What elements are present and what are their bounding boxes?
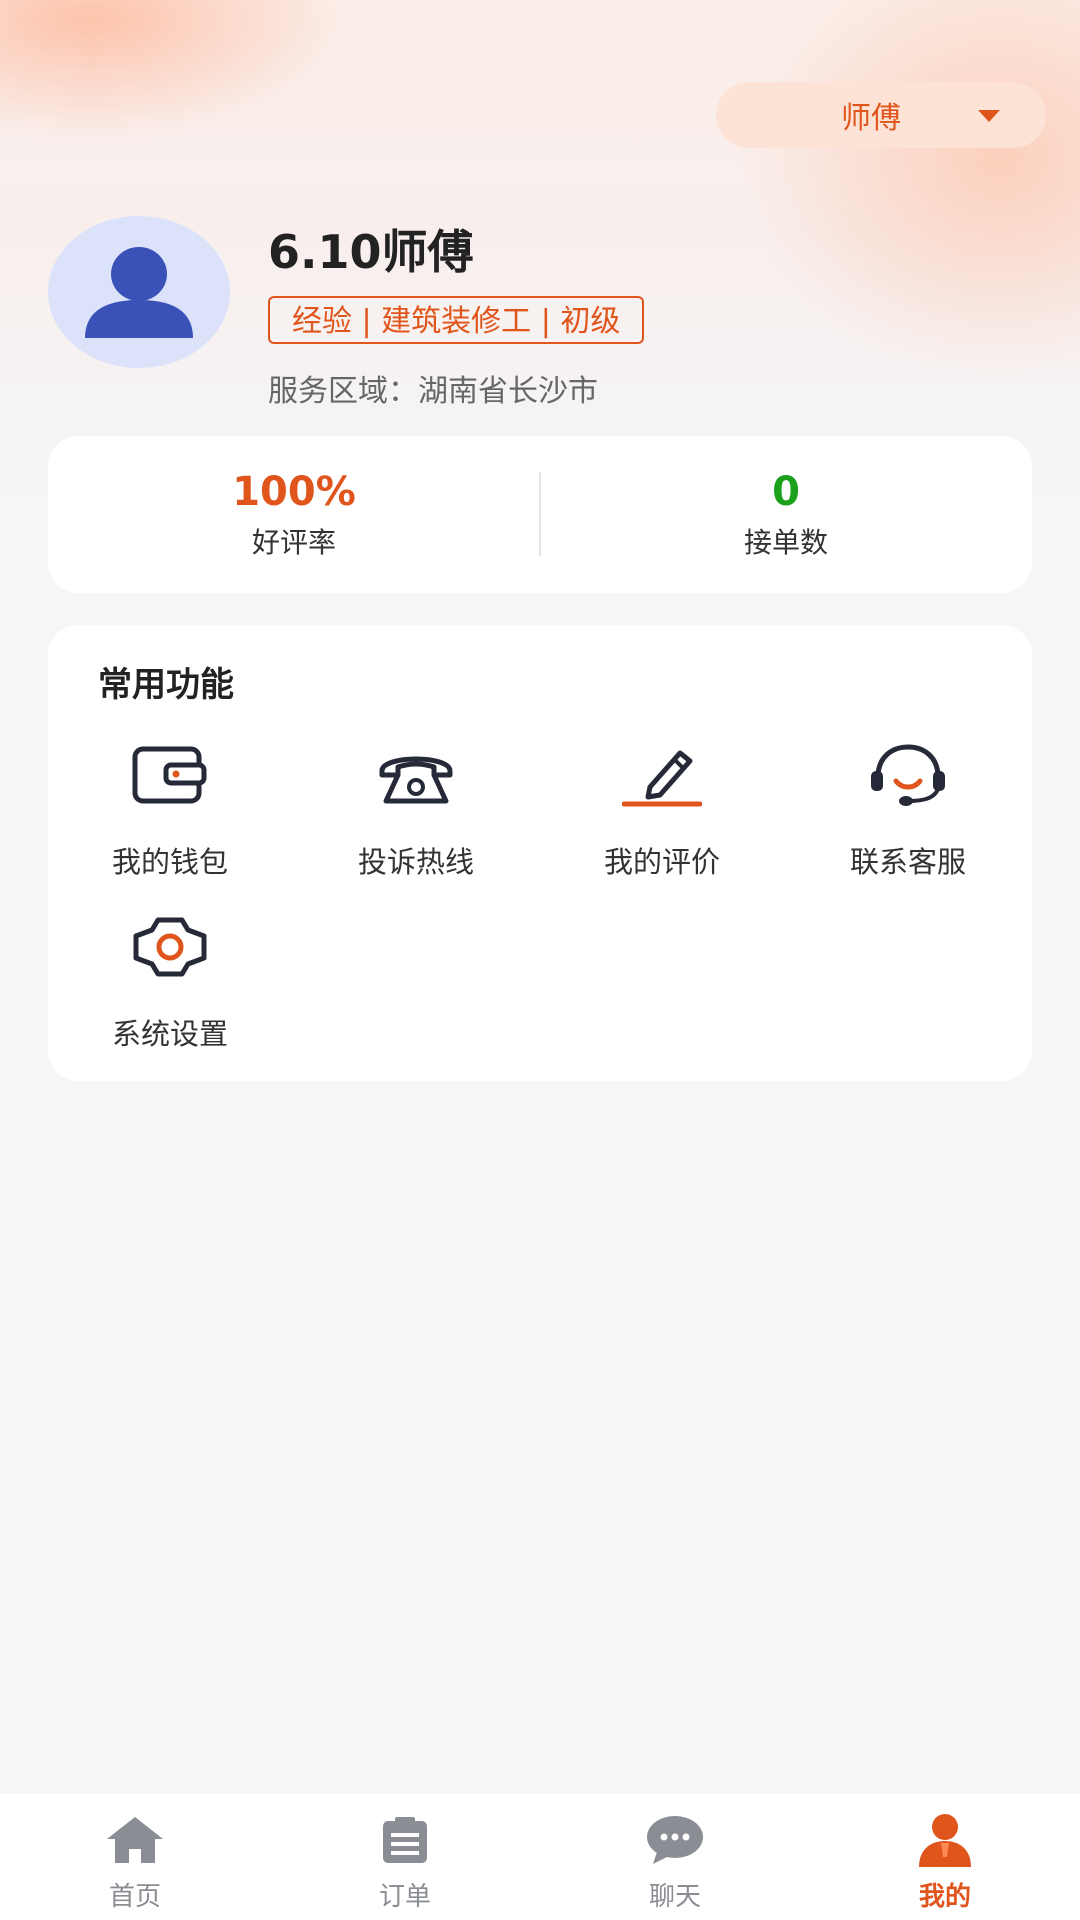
stat-rating-value: 100%: [232, 468, 356, 515]
complaint-hotline-button[interactable]: 投诉热线: [316, 735, 516, 881]
tab-orders-label: 订单: [378, 1882, 431, 1912]
avatar[interactable]: [48, 216, 230, 368]
system-settings-label: 系统设置: [111, 1017, 228, 1051]
stat-rating-label: 好评率: [251, 525, 336, 559]
my-reviews-label: 我的评价: [603, 845, 720, 879]
tab-mine[interactable]: 我的: [810, 1794, 1080, 1920]
wallet-label: 我的钱包: [111, 845, 228, 879]
role-switch-dropdown[interactable]: 师傅: [716, 82, 1046, 148]
customer-service-label: 联系客服: [849, 845, 966, 879]
role-switch-label: 师傅: [841, 101, 901, 136]
chat-bubble-icon: [647, 1816, 703, 1864]
stats-divider: [539, 472, 541, 556]
stat-orders-value: 0: [772, 468, 800, 515]
wallet-button[interactable]: 我的钱包: [70, 735, 270, 881]
user-skill-tag: 经验 | 建筑装修工 | 初级: [268, 296, 645, 344]
tab-home[interactable]: 首页: [0, 1794, 270, 1920]
tab-mine-label: 我的: [918, 1882, 971, 1912]
caret-down-icon: [978, 110, 1000, 122]
stat-rating[interactable]: 100% 好评率: [48, 436, 540, 593]
my-reviews-button[interactable]: 我的评价: [562, 735, 762, 881]
home-icon: [107, 1817, 163, 1863]
wallet-icon: [132, 746, 207, 804]
customer-service-button[interactable]: 联系客服: [808, 735, 1008, 881]
tab-chat-label: 聊天: [648, 1882, 701, 1912]
stats-card: 100% 好评率 0 接单数: [48, 436, 1032, 593]
phone-icon: [379, 756, 453, 804]
clipboard-icon: [383, 1817, 427, 1863]
stat-orders-label: 接单数: [743, 525, 828, 559]
user-name: 6.10师傅: [268, 225, 474, 279]
common-functions-card: 常用功能 我的钱包 投诉热线 我的评价 联系客服 系统设置: [48, 625, 1032, 1081]
tab-chat[interactable]: 聊天: [540, 1794, 810, 1920]
system-settings-button[interactable]: 系统设置: [70, 907, 270, 1053]
tab-orders[interactable]: 订单: [270, 1794, 540, 1920]
complaint-hotline-label: 投诉热线: [357, 845, 474, 879]
default-user-icon: [85, 247, 193, 338]
service-area: 服务区域：湖南省长沙市: [268, 374, 598, 409]
edit-pen-icon: [622, 750, 702, 807]
tab-home-label: 首页: [108, 1882, 161, 1912]
headset-icon: [871, 744, 945, 806]
bottom-tab-bar: 首页 订单 聊天 我的: [0, 1794, 1080, 1920]
stat-orders[interactable]: 0 接单数: [540, 436, 1032, 593]
person-icon: [919, 1814, 971, 1867]
gear-icon: [133, 917, 207, 977]
section-title: 常用功能: [98, 665, 234, 705]
